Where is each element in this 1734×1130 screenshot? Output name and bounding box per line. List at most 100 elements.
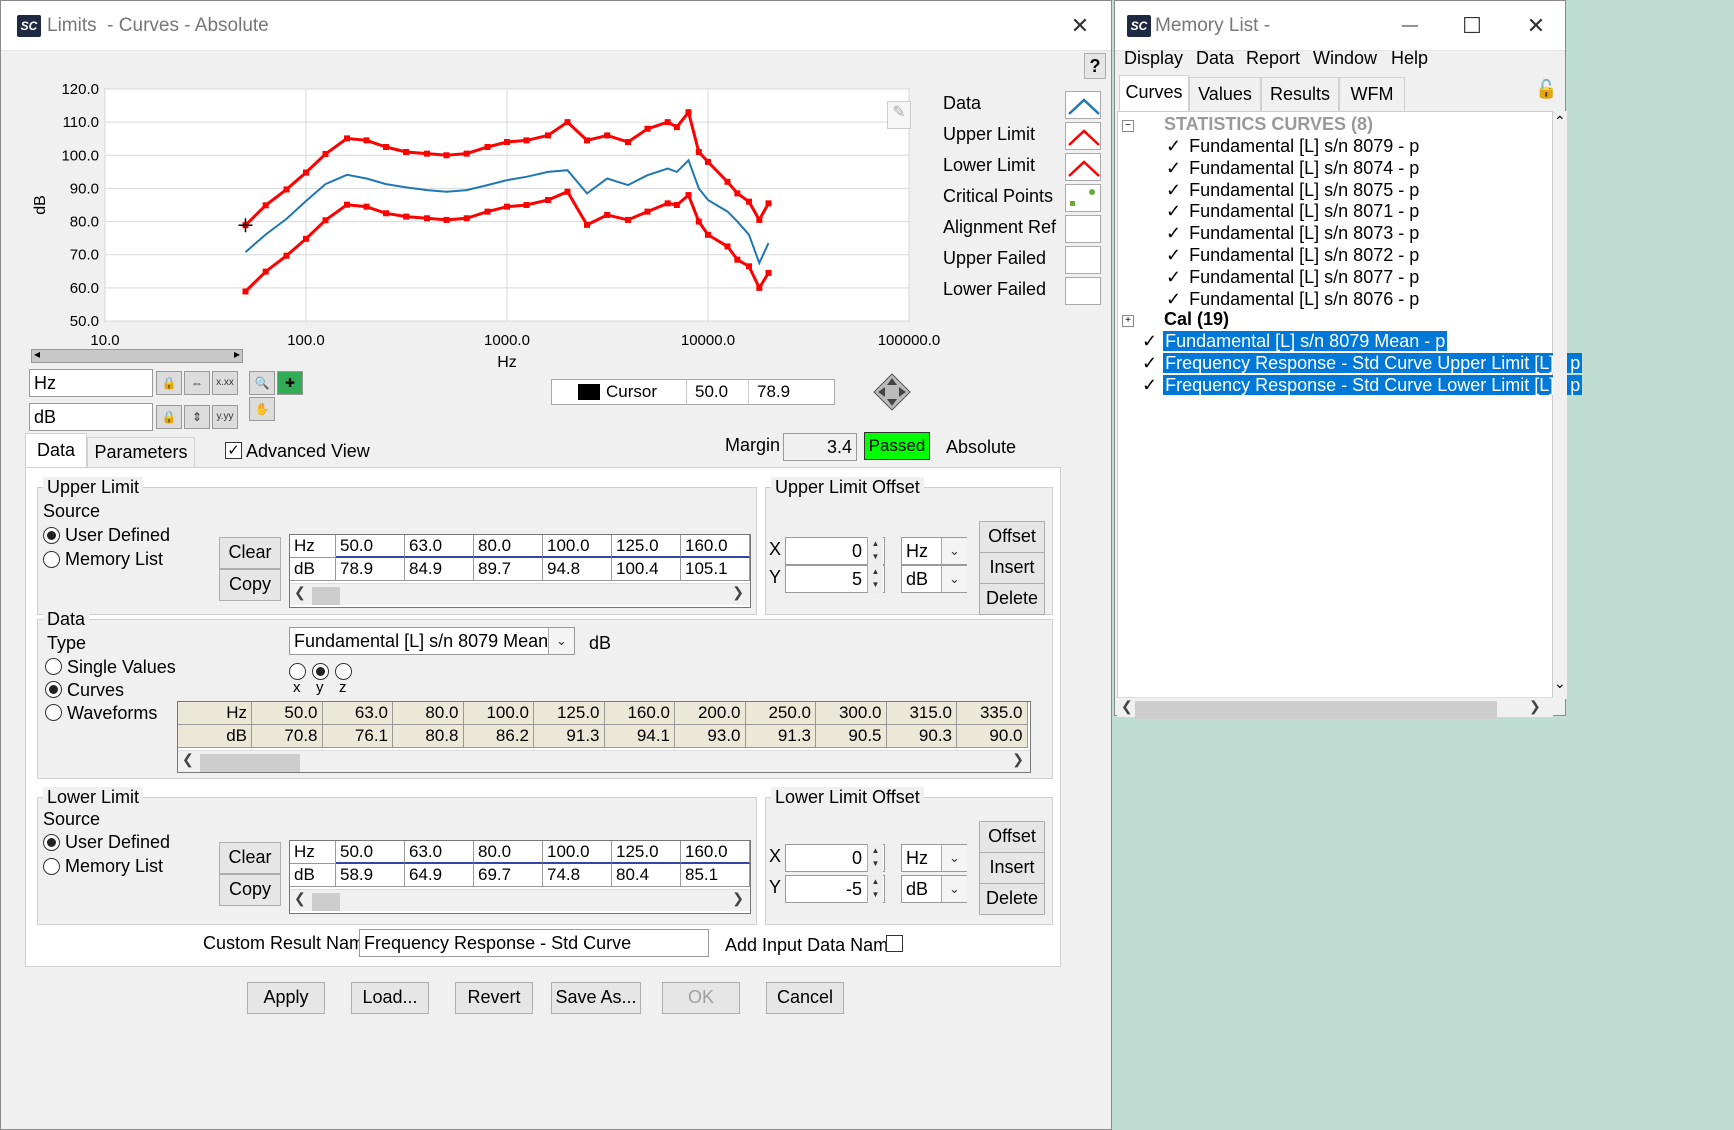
upper-delete-button[interactable]: Delete <box>979 583 1045 615</box>
db-cell[interactable]: 74.8 <box>543 864 612 887</box>
chevron-left-icon[interactable]: ◂ <box>34 347 40 361</box>
cursor-move-icon[interactable] <box>873 373 911 411</box>
db-cell[interactable]: 90.0 <box>957 725 1028 748</box>
close-icon[interactable]: ✕ <box>1521 11 1551 41</box>
lower-clear-button[interactable]: Clear <box>219 842 281 874</box>
hz-cell[interactable]: 63.0 <box>322 702 393 725</box>
maximize-icon[interactable]: ☐ <box>1457 11 1487 41</box>
lower-insert-button[interactable]: Insert <box>979 852 1045 884</box>
legend-swatch[interactable] <box>1065 184 1101 212</box>
tab-values[interactable]: Values <box>1189 77 1261 111</box>
tree-item-curve[interactable]: ✓ Fundamental [L] s/n 8072 - p <box>1166 245 1419 269</box>
lower-memory-list-radio[interactable] <box>43 858 60 875</box>
hz-cell[interactable]: 50.0 <box>336 535 405 558</box>
lower-limit-table[interactable]: Hz 50.0 63.0 80.0 100.0 125.0 160.0 dB 58.9 64.9 6… <box>289 840 751 914</box>
chevron-down-icon[interactable]: ⌄ <box>941 876 967 902</box>
legend-swatch[interactable] <box>1065 122 1101 150</box>
db-cell[interactable]: 91.3 <box>745 725 816 748</box>
db-cell[interactable]: 85.1 <box>681 864 750 887</box>
upper-clear-button[interactable]: Clear <box>219 537 281 569</box>
close-icon[interactable]: ✕ <box>1065 11 1095 41</box>
chevron-down-icon[interactable]: ⌄ <box>941 566 967 592</box>
tree-item-curve[interactable]: ✓ Fundamental [L] s/n 8077 - p <box>1166 267 1419 291</box>
legend-swatch[interactable] <box>1065 277 1101 305</box>
hz-cell[interactable]: 200.0 <box>675 702 746 725</box>
hz-cell[interactable]: 125.0 <box>612 535 681 558</box>
hz-cell[interactable]: 160.0 <box>681 841 750 864</box>
cursor-panel[interactable]: Cursor 50.0 78.9 <box>551 379 835 405</box>
lower-offset-y-spinner[interactable]: ▲ ▼ <box>867 875 883 903</box>
legend-swatch[interactable] <box>1065 153 1101 181</box>
chevron-right-icon[interactable]: ❯ <box>732 890 744 907</box>
advanced-view-checkbox[interactable]: ✓ <box>225 442 242 459</box>
tree-item-curve[interactable]: ✓ Fundamental [L] s/n 8079 - p <box>1166 136 1419 160</box>
upper-offset-button[interactable]: Offset <box>979 521 1045 553</box>
chevron-right-icon[interactable]: ▸ <box>234 347 240 361</box>
menu-data[interactable]: Data <box>1196 48 1234 69</box>
waveforms-radio[interactable] <box>45 704 62 721</box>
upper-offset-x-spinner[interactable]: ▲ ▼ <box>867 537 883 565</box>
x-format-icon[interactable]: x.xx <box>212 371 238 395</box>
save-as-button[interactable]: Save As... <box>551 982 641 1014</box>
legend-swatch[interactable] <box>1065 215 1101 243</box>
db-cell[interactable]: 100.4 <box>612 558 681 581</box>
table-scrollbar[interactable]: ❮ ❯ <box>178 750 1030 772</box>
chevron-down-icon[interactable]: ⌄ <box>1554 675 1566 692</box>
tree-vertical-scrollbar[interactable]: ⌃ ⌄ <box>1553 111 1567 699</box>
hz-cell[interactable]: 100.0 <box>543 841 612 864</box>
hz-cell[interactable]: 100.0 <box>543 535 612 558</box>
db-cell[interactable]: 70.8 <box>252 725 323 748</box>
menu-report[interactable]: Report <box>1246 48 1300 69</box>
apply-button[interactable]: Apply <box>247 982 325 1014</box>
chevron-up-icon[interactable]: ⌃ <box>1554 113 1566 130</box>
db-cell[interactable]: 89.7 <box>474 558 543 581</box>
hz-cell[interactable]: 125.0 <box>612 841 681 864</box>
tree-item-selected[interactable]: ✓ Frequency Response - Std Curve Lower Li… <box>1142 375 1583 399</box>
tree-item-selected[interactable]: ✓ Fundamental [L] s/n 8079 Mean - p <box>1142 331 1448 355</box>
tree-group-statistics[interactable]: STATISTICS CURVES (8) <box>1164 114 1373 138</box>
zoom-icon[interactable]: 🔍 <box>249 371 275 395</box>
hz-cell[interactable]: 50.0 <box>336 841 405 864</box>
hz-cell[interactable]: 300.0 <box>816 702 887 725</box>
upper-copy-button[interactable]: Copy <box>219 569 281 601</box>
add-input-data-name-checkbox[interactable] <box>886 935 903 952</box>
curves-radio[interactable] <box>45 681 62 698</box>
tab-curves[interactable]: Curves <box>1119 75 1189 111</box>
tab-wfm[interactable]: WFM <box>1339 77 1405 111</box>
upper-user-defined-radio[interactable] <box>43 527 60 544</box>
table-scrollbar[interactable]: ❮ ❯ <box>290 583 750 605</box>
db-cell[interactable]: 90.3 <box>886 725 957 748</box>
hz-cell[interactable]: 63.0 <box>405 535 474 558</box>
axis-x-radio[interactable] <box>289 663 306 680</box>
minimize-icon[interactable]: — <box>1395 11 1425 41</box>
chevron-down-icon[interactable]: ⌄ <box>548 628 574 654</box>
chevron-left-icon[interactable]: ❮ <box>1121 698 1133 715</box>
hz-cell[interactable]: 160.0 <box>604 702 675 725</box>
chart-tool-icon[interactable]: ✎ <box>887 101 911 129</box>
db-cell[interactable]: 93.0 <box>675 725 746 748</box>
hz-cell[interactable]: 100.0 <box>463 702 534 725</box>
hz-cell[interactable]: 160.0 <box>681 535 750 558</box>
chevron-right-icon[interactable]: ❯ <box>732 584 744 601</box>
scrollbar-thumb[interactable] <box>1135 701 1497 719</box>
db-cell[interactable]: 58.9 <box>336 864 405 887</box>
tree-group-cal[interactable]: Cal (19) <box>1164 309 1229 333</box>
db-cell[interactable]: 69.7 <box>474 864 543 887</box>
upper-offset-y-spinner[interactable]: ▲ ▼ <box>867 565 883 593</box>
hz-cell[interactable]: 80.0 <box>393 702 464 725</box>
lower-offset-x-spinner[interactable]: ▲ ▼ <box>867 844 883 872</box>
db-cell[interactable]: 105.1 <box>681 558 750 581</box>
db-cell[interactable]: 91.3 <box>534 725 605 748</box>
chevron-left-icon[interactable]: ❮ <box>294 890 306 907</box>
scrollbar-thumb[interactable] <box>312 587 340 605</box>
tree-item-curve[interactable]: ✓ Fundamental [L] s/n 8073 - p <box>1166 223 1419 247</box>
db-cell[interactable]: 80.4 <box>612 864 681 887</box>
hz-cell[interactable]: 125.0 <box>534 702 605 725</box>
chevron-down-icon[interactable]: ⌄ <box>941 538 967 564</box>
hz-cell[interactable]: 250.0 <box>745 702 816 725</box>
chevron-right-icon[interactable]: ❯ <box>1012 751 1024 768</box>
tab-parameters[interactable]: Parameters <box>87 437 195 467</box>
table-scrollbar[interactable]: ❮ ❯ <box>290 889 750 911</box>
scrollbar-thumb[interactable] <box>200 754 300 772</box>
menu-help[interactable]: Help <box>1391 48 1428 69</box>
